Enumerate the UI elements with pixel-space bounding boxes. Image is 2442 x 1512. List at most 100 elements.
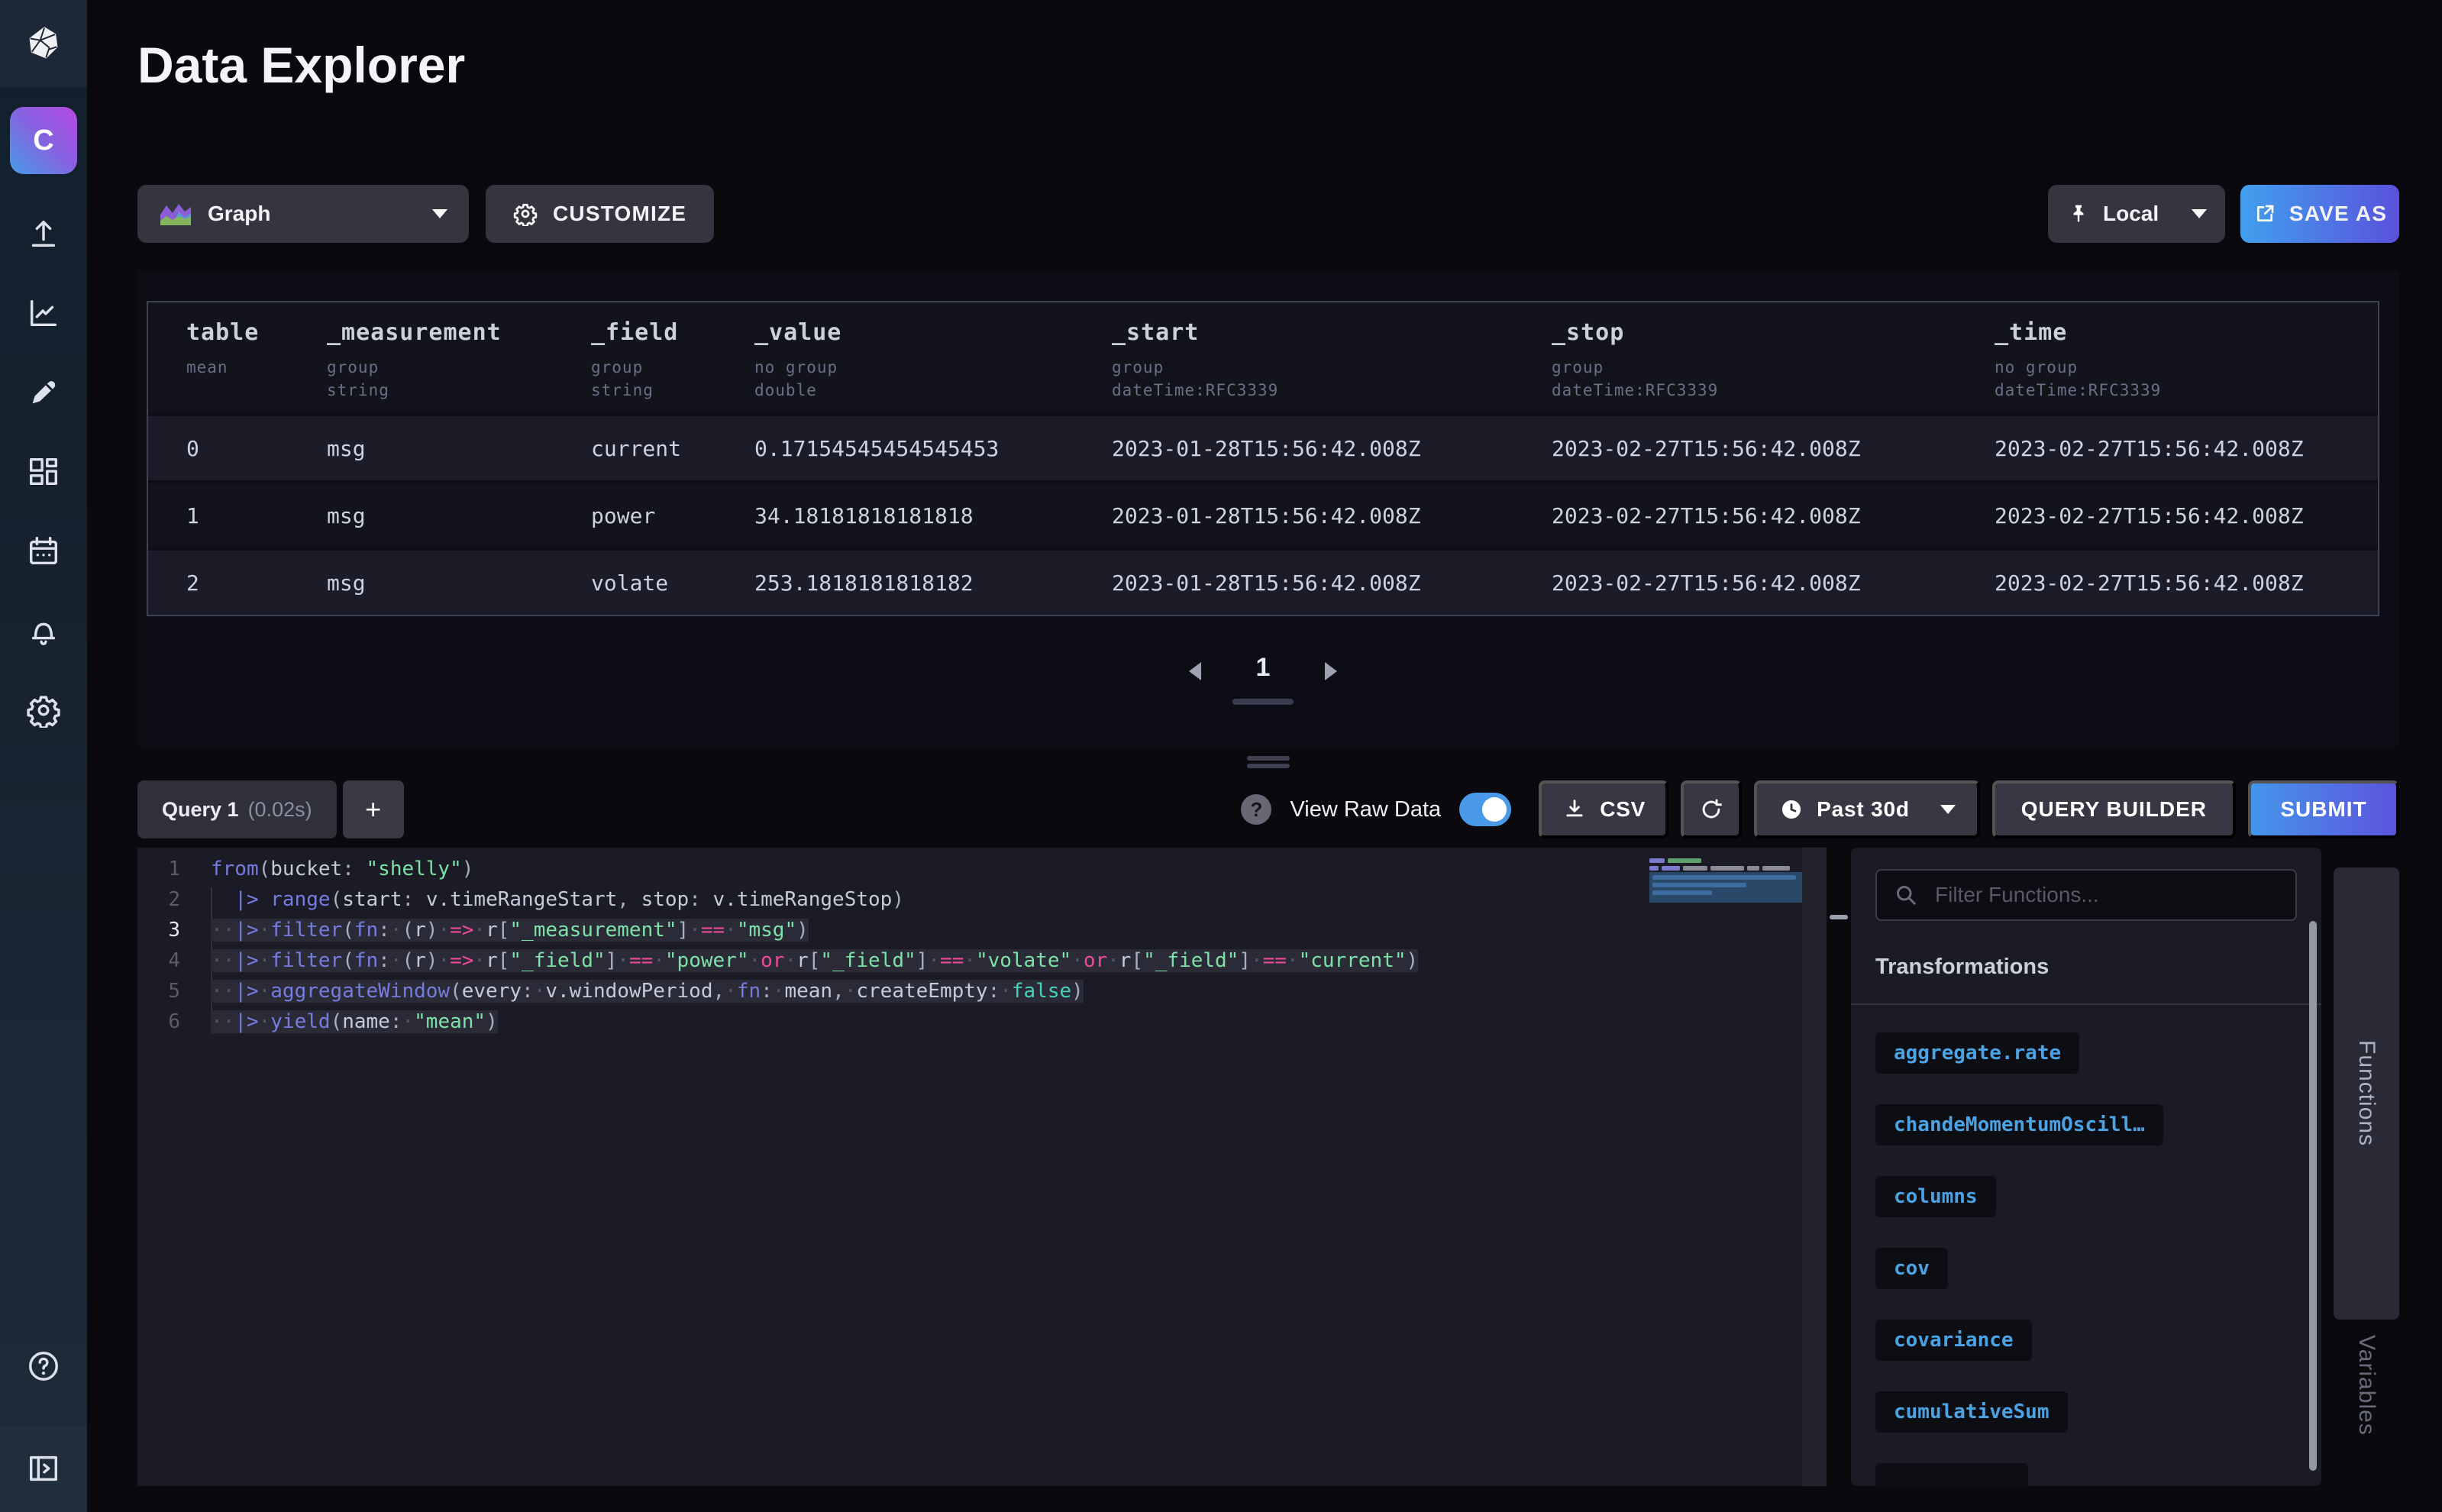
query-toolbar: Query 1 (0.02s) + ? View Raw Data CSV [137,780,2399,838]
main-content: Data Explorer Graph [87,0,2442,1512]
editor-minimap[interactable] [1642,848,1827,1486]
function-search-input[interactable] [1932,881,2280,909]
csv-download-button[interactable]: CSV [1539,780,1668,838]
code-line[interactable]: 3··|>·filter(fn:·(r)·=>·r["_measurement"… [137,915,1642,945]
csv-label: CSV [1600,797,1646,822]
table-cell: msg [327,436,591,461]
column-sub-label: group [1112,358,1552,376]
pencil-icon [26,375,61,410]
sidebar-item-settings[interactable] [25,692,62,729]
results-panel: tablemean_measurementgroupstring_fieldgr… [137,270,2399,747]
query-tab-duration: (0.02s) [248,798,312,822]
page-number[interactable]: 1 [1256,653,1271,683]
function-chip[interactable]: cov [1875,1248,1948,1289]
tab-variables[interactable]: Variables [2353,1335,2379,1436]
submit-button[interactable]: SUBMIT [2248,780,2399,838]
refresh-button[interactable] [1681,780,1742,838]
column-header[interactable]: tablemean [186,319,327,399]
line-content: ··|>·filter(fn:·(r)·=>·r["_measurement"]… [199,915,809,945]
line-number: 6 [137,1006,199,1037]
previous-page-icon[interactable] [1189,662,1201,680]
customize-button[interactable]: CUSTOMIZE [486,185,714,243]
table-cell: 2023-02-27T15:56:42.008Z [1552,570,1995,596]
column-header[interactable]: _stopgroupdateTime:RFC3339 [1552,319,1995,399]
raw-data-help-icon[interactable]: ? [1241,794,1271,825]
function-chip[interactable]: cumulativeSum [1875,1391,2068,1433]
sidebar-bottom [0,1349,87,1512]
view-controls-row: Graph CUSTOMIZE [137,185,2399,243]
column-header[interactable]: _startgroupdateTime:RFC3339 [1112,319,1552,399]
editor-panel-divider [1827,848,1851,1486]
next-page-icon[interactable] [1325,662,1337,680]
function-chip[interactable] [1875,1463,2028,1486]
add-query-button[interactable]: + [343,780,404,838]
table-row[interactable]: 1msgpower34.181818181818182023-01-28T15:… [148,480,2378,548]
table-cell: 1 [186,503,327,528]
function-search-box[interactable] [1875,869,2297,921]
query-builder-button[interactable]: QUERY BUILDER [1992,780,2236,838]
table-row[interactable]: 2msgvolate253.18181818181822023-01-28T15… [148,548,2378,615]
divider-drag-handle[interactable] [1830,915,1848,919]
function-chip[interactable]: covariance [1875,1320,2032,1361]
expand-sidebar-icon [26,1451,61,1486]
minimap-tokens [1649,866,1790,871]
panel-resize-handle[interactable] [1247,756,1290,768]
column-name: _measurement [327,319,591,346]
time-range-label: Past 30d [1817,797,1910,822]
code-line[interactable]: 5··|>·aggregateWindow(every:·v.windowPer… [137,976,1642,1006]
function-chip[interactable]: chandeMomentumOscill… [1875,1104,2163,1145]
code-lines: 1from(bucket: "shelly")2 |> range(start:… [137,854,1642,1037]
sidebar-item-expand[interactable] [0,1425,87,1512]
tab-functions-label: Functions [2353,1040,2379,1146]
line-content: ··|>·yield(name:·"mean") [199,1006,498,1037]
table-cell: 2023-02-27T15:56:42.008Z [1995,503,2378,528]
function-chip[interactable]: aggregate.rate [1875,1032,2079,1074]
table-cell: 2023-02-27T15:56:42.008Z [1552,436,1995,461]
tabs-gap [2321,848,2334,1486]
timezone-dropdown[interactable]: Local [2048,185,2225,243]
column-type-label: string [591,381,754,399]
column-header[interactable]: _timeno groupdateTime:RFC3339 [1995,319,2378,399]
column-header[interactable]: _fieldgroupstring [591,319,754,399]
minimap-slider[interactable] [1802,848,1827,1486]
sidebar-item-help[interactable] [0,1349,87,1384]
column-header[interactable]: _measurementgroupstring [327,319,591,399]
functions-scrollbar[interactable] [2309,921,2317,1471]
time-range-dropdown[interactable]: Past 30d [1754,780,1980,838]
view-raw-data-toggle[interactable] [1459,793,1511,826]
view-type-dropdown[interactable]: Graph [137,185,469,243]
sidebar-item-dashboards[interactable] [25,454,62,490]
raw-data-table: tablemean_measurementgroupstring_fieldgr… [147,301,2379,616]
dashboard-grid-icon [26,454,61,489]
sidebar-item-notebooks[interactable] [25,374,62,411]
query-tab[interactable]: Query 1 (0.02s) [137,780,337,838]
tab-functions[interactable]: Functions [2334,867,2399,1320]
function-chip[interactable]: columns [1875,1176,1996,1217]
table-row[interactable]: 0msgcurrent0.171545454545454532023-01-28… [148,413,2378,480]
influxdb-logo[interactable] [0,0,87,87]
code-line[interactable]: 2 |> range(start: v.timeRangeStart, stop… [137,884,1642,915]
sidebar-item-data-explorer[interactable] [25,295,62,331]
sidebar: C [0,0,87,1512]
column-name: table [186,319,327,346]
chevron-down-icon [432,209,447,218]
table-cell: msg [327,570,591,596]
gear-icon [26,693,61,728]
sidebar-item-alerts[interactable] [25,612,62,649]
org-avatar[interactable]: C [10,107,77,174]
org-avatar-label: C [33,124,53,157]
flux-editor[interactable]: 1from(bucket: "shelly")2 |> range(start:… [137,848,1642,1486]
sidebar-item-load-data[interactable] [25,215,62,252]
line-content: from(bucket: "shelly") [199,854,473,884]
line-number: 2 [137,884,199,915]
table-cell: 2023-01-28T15:56:42.008Z [1112,436,1552,461]
download-icon [1562,796,1588,822]
view-raw-data-label: View Raw Data [1290,797,1441,822]
code-line[interactable]: 4··|>·filter(fn:·(r)·=>·r["_field"]·==·"… [137,945,1642,976]
save-as-button[interactable]: SAVE AS [2240,185,2399,243]
code-line[interactable]: 6··|>·yield(name:·"mean") [137,1006,1642,1037]
code-line[interactable]: 1from(bucket: "shelly") [137,854,1642,884]
sidebar-item-tasks[interactable] [25,533,62,570]
column-header[interactable]: _valueno groupdouble [754,319,1112,399]
table-cell: 2023-01-28T15:56:42.008Z [1112,503,1552,528]
